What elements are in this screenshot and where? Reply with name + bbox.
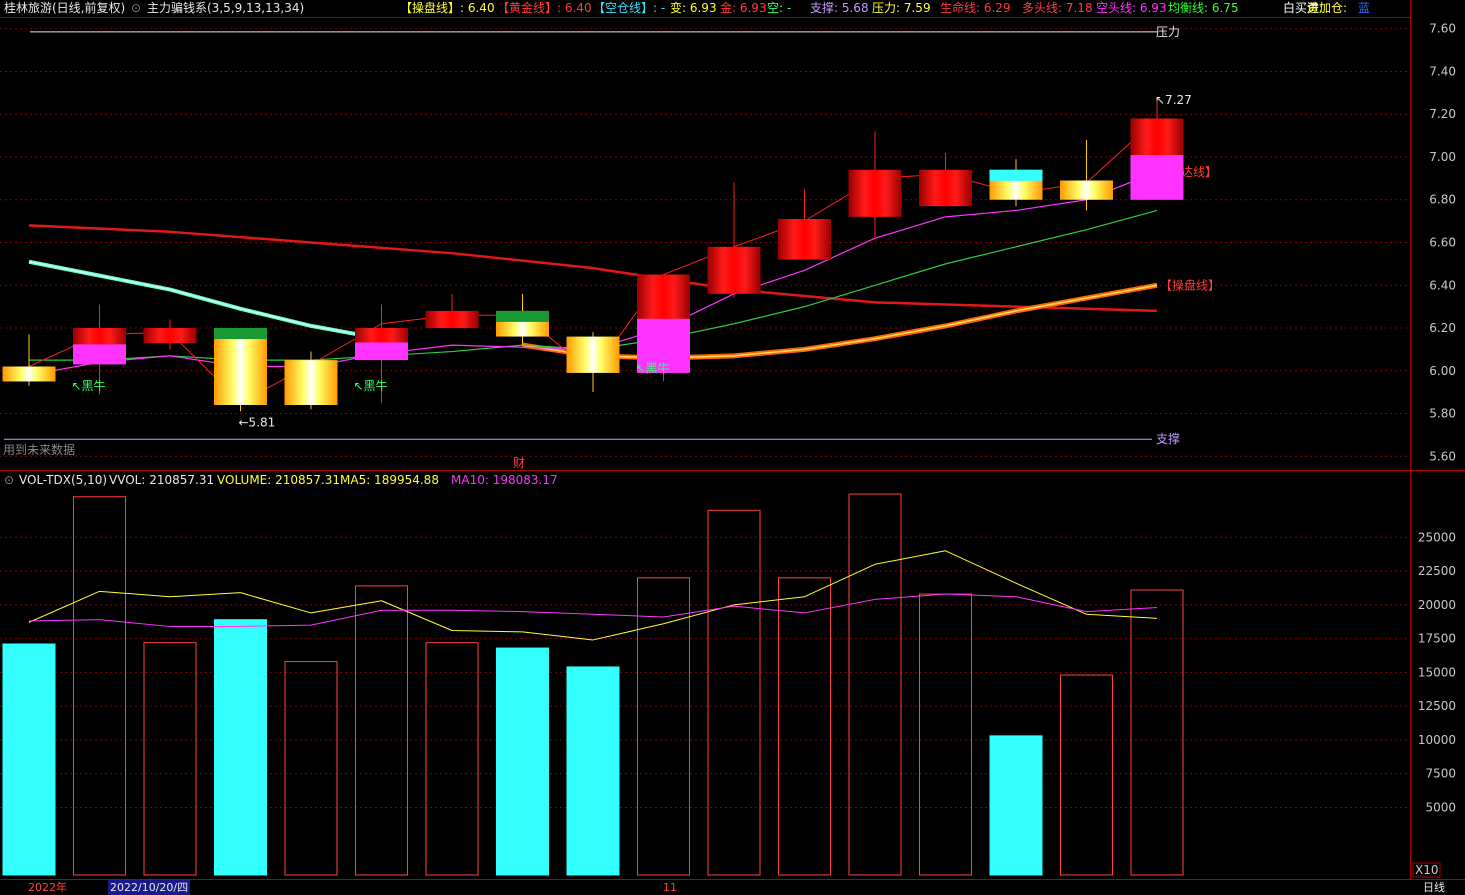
volume-tick-label: 5000: [1425, 800, 1456, 814]
cursor-date: 2022/10/20/四: [108, 880, 191, 895]
year-label: 2022年: [28, 881, 67, 894]
volume-tick-label: 15000: [1418, 665, 1456, 679]
candle-body: [2, 366, 56, 382]
indicator-item: 多头线: 7.18: [1022, 1, 1093, 15]
price-tick-label: 7.40: [1429, 64, 1456, 78]
indicator-item: 【操盘线】: 6.40: [400, 1, 495, 15]
candle-body: [566, 336, 620, 373]
price-tick-label: 7.00: [1429, 150, 1456, 164]
future-data-label: 用到未来数据: [3, 442, 75, 457]
volume-bar: [707, 509, 761, 876]
indicator-item: 【黄金线】: 6.40: [497, 1, 592, 15]
volume-bar: [284, 661, 338, 876]
volume-bar: [496, 647, 549, 876]
volume-bar: [566, 666, 620, 876]
price-tick-label: 6.80: [1429, 193, 1456, 207]
stock-name[interactable]: 桂林旅游(日线,前复权): [4, 0, 125, 17]
candle-body: [1060, 180, 1113, 200]
indicator-item: 空头线: 6.93: [1096, 1, 1167, 15]
candle-body: [425, 310, 479, 329]
candle-cap: [73, 344, 126, 365]
volume-bar: [355, 585, 408, 876]
candle-cap: [355, 342, 408, 361]
indicator-item: 空: -: [767, 1, 792, 15]
volume-bar: [143, 642, 197, 876]
indicator-item: 蓝: [1358, 1, 1371, 15]
volume-bar: [1060, 674, 1113, 876]
volume-ma10-line: [28, 593, 1158, 627]
signal-label: ↖黑牛: [72, 378, 106, 393]
candle-body: [778, 218, 831, 260]
multiplier-label: X10: [1415, 863, 1439, 877]
stock-chart[interactable]: 7.60 7.40 7.20 7.00 6.80 6.60 6.40 6.20 6.00 5.80…: [0, 0, 1465, 895]
ma10-value: MA10: 198083.17: [451, 473, 558, 487]
candle-body: [143, 328, 197, 343]
cyan-line: [28, 259, 382, 341]
ma5-value: MA5: 189954.88: [340, 473, 439, 487]
price-tick-label: 7.60: [1429, 22, 1456, 36]
price-tick-label: 5.60: [1429, 449, 1456, 463]
signal-label: ↖黑牛: [354, 378, 388, 393]
volume-bar: [73, 496, 126, 876]
candle-body: [284, 360, 338, 405]
support-label: 支撑: [1156, 431, 1180, 446]
volume-bar: [919, 593, 972, 876]
price-tick-label: 7.20: [1429, 107, 1456, 121]
high-price-label: ↖7.27: [1155, 93, 1192, 107]
volume-tick-label: 10000: [1418, 733, 1456, 747]
candle-cap: [214, 328, 267, 340]
volume-tick-label: 20000: [1418, 598, 1456, 612]
indicator-item: 支撑: 5.68: [810, 1, 869, 15]
volume-bar: [989, 735, 1043, 876]
date-axis: 2022年 2022/10/20/四 11 日线: [0, 880, 1465, 895]
indicator-item: 压力: 7.59: [872, 1, 931, 15]
volume-bar: [637, 577, 690, 876]
volume-bar: [214, 619, 267, 876]
volume-indicator-name[interactable]: VOL-TDX(5,10): [19, 472, 107, 489]
vvol-value: VVOL: 210857.31: [109, 473, 215, 487]
indicator-name[interactable]: 主力骗钱系(3,5,9,13,13,34): [147, 0, 304, 17]
price-tick-label: 6.20: [1429, 321, 1456, 335]
pressure-label: 压力: [1156, 25, 1180, 39]
period-label[interactable]: 日线: [1423, 880, 1445, 895]
volume-bar: [2, 643, 56, 876]
candle-body: [707, 246, 761, 294]
candle-body: [214, 328, 267, 405]
duotou-line-label: 达线】: [1181, 165, 1217, 179]
volume-tick-label: 22500: [1418, 564, 1456, 578]
signal-label: ↖黑牛: [636, 361, 670, 376]
indicator-item: 变: 6.93: [670, 1, 717, 15]
volume-bar: [425, 642, 479, 876]
indicator-item: 金: 6.93: [720, 1, 767, 15]
candle-body: [919, 169, 972, 207]
volume-tick-label: 12500: [1418, 699, 1456, 713]
indicator-item: 【空仓线】: -: [593, 1, 666, 15]
candle-cap: [1130, 155, 1184, 200]
indicator-item: 均衡线: 6.75: [1168, 1, 1239, 15]
volume-bar: [848, 493, 902, 876]
collapse-icon[interactable]: ⊙: [4, 472, 14, 489]
month-mark: 11: [663, 881, 677, 894]
volume-value: VOLUME: 210857.31: [217, 473, 340, 487]
price-tick-label: 6.60: [1429, 236, 1456, 250]
volume-bar: [1130, 589, 1184, 876]
candle-cap: [989, 169, 1043, 181]
price-tick-label: 6.00: [1429, 364, 1456, 378]
low-price-label: ←5.81: [239, 415, 276, 429]
volume-bar: [778, 577, 831, 876]
indicator-item: 黄加仓:: [1307, 1, 1348, 15]
indicator-item: 生命线: 6.29: [940, 1, 1011, 15]
indicator-header: 桂林旅游(日线,前复权) ⊙ 主力骗钱系(3,5,9,13,13,34) 【操盘…: [0, 0, 1412, 17]
caopan-line-label: 【操盘线】: [1160, 277, 1220, 292]
collapse-icon[interactable]: ⊙: [131, 0, 141, 17]
price-tick-label: 6.40: [1429, 278, 1456, 292]
price-tick-label: 5.80: [1429, 407, 1456, 421]
candle-body: [848, 169, 902, 217]
volume-tick-label: 17500: [1418, 632, 1456, 646]
finance-mark: 财: [513, 456, 525, 470]
volume-tick-label: 25000: [1418, 530, 1456, 544]
candle-cap: [496, 310, 549, 322]
volume-tick-label: 7500: [1425, 767, 1456, 781]
